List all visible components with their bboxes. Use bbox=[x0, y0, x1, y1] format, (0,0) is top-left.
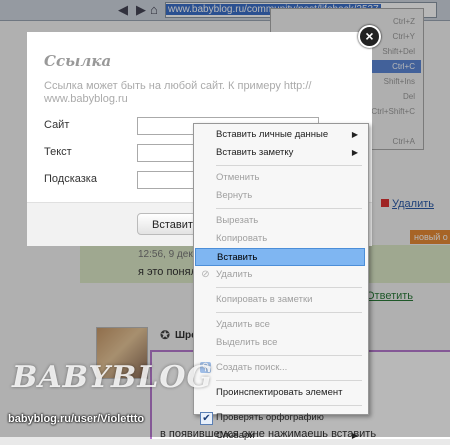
menu-separator bbox=[216, 405, 362, 406]
context-menu-item-label: Вставить заметку bbox=[216, 147, 294, 158]
context-menu-item-label: Словари bbox=[216, 430, 255, 441]
context-menu-item-label: Выделить все bbox=[216, 337, 278, 348]
context-menu-item[interactable]: Вырезать bbox=[195, 212, 365, 230]
context-menu-item[interactable]: Копировать в заметки bbox=[195, 291, 365, 309]
context-menu-item[interactable]: Вставить личные данные ▶ bbox=[195, 126, 365, 144]
context-menu-item-label: Отменить bbox=[216, 172, 260, 183]
context-menu-item-label: Копировать в заметки bbox=[216, 294, 313, 305]
context-menu-item[interactable]: Удалить ⊘ bbox=[195, 266, 365, 284]
context-menu-item[interactable]: Вернуть bbox=[195, 187, 365, 205]
context-menu-item[interactable]: Проверять орфографию ✔ bbox=[195, 409, 365, 427]
context-menu-item[interactable]: Создать поиск... ⚲ bbox=[195, 359, 365, 377]
menu-separator bbox=[216, 380, 362, 381]
delete-circle-icon: ⊘ bbox=[201, 269, 210, 280]
close-icon[interactable]: × bbox=[358, 25, 381, 48]
context-menu-item-label: Вернуть bbox=[216, 190, 253, 201]
text-label: Текст bbox=[44, 146, 72, 158]
context-menu-item[interactable]: Вставить bbox=[195, 248, 365, 266]
context-menu-item[interactable]: Проинспектировать элемент bbox=[195, 384, 365, 402]
context-menu-item-label: Копировать bbox=[216, 233, 268, 244]
context-menu-item-label: Удалить bbox=[216, 269, 253, 280]
context-menu-item-label: Проверять орфографию bbox=[216, 412, 324, 423]
menu-separator bbox=[216, 287, 362, 288]
context-menu-item[interactable]: Отменить bbox=[195, 169, 365, 187]
context-menu-item-label: Создать поиск... bbox=[216, 362, 288, 373]
watermark-url: babyblog.ru/user/Violettto bbox=[8, 413, 145, 425]
context-menu-item-label: Проинспектировать элемент bbox=[216, 387, 343, 398]
menu-separator bbox=[216, 208, 362, 209]
context-menu-item-label: Удалить все bbox=[216, 319, 270, 330]
checkbox-checked-icon: ✔ bbox=[200, 412, 213, 425]
submenu-arrow-icon: ▶ bbox=[351, 431, 358, 440]
context-menu-item[interactable]: Выделить все bbox=[195, 334, 365, 352]
submenu-arrow-icon: ▶ bbox=[351, 148, 358, 157]
context-menu-item-label: Вставить личные данные bbox=[216, 129, 329, 140]
context-menu-item[interactable]: Копировать bbox=[195, 230, 365, 248]
context-menu-item-label: Вырезать bbox=[216, 215, 259, 226]
dialog-hint: Ссылка может быть на любой сайт. К приме… bbox=[44, 80, 312, 105]
tooltip-label: Подсказка bbox=[44, 173, 97, 185]
babyblog-logo: BABYBLOG bbox=[12, 360, 214, 395]
dialog-title: Ссылка bbox=[44, 52, 112, 70]
context-menu-item-label: Вставить bbox=[217, 252, 258, 263]
context-menu-item[interactable]: Вставить заметку ▶ bbox=[195, 144, 365, 162]
context-menu-item[interactable]: Удалить все bbox=[195, 316, 365, 334]
submenu-arrow-icon: ▶ bbox=[351, 130, 358, 139]
menu-separator bbox=[216, 165, 362, 166]
site-label: Сайт bbox=[44, 119, 70, 131]
context-menu-item[interactable]: Словари ▶ bbox=[195, 427, 365, 445]
menu-separator bbox=[216, 355, 362, 356]
menu-separator bbox=[216, 312, 362, 313]
context-menu: Вставить личные данные ▶ Вставить заметку ▶… bbox=[193, 123, 369, 441]
